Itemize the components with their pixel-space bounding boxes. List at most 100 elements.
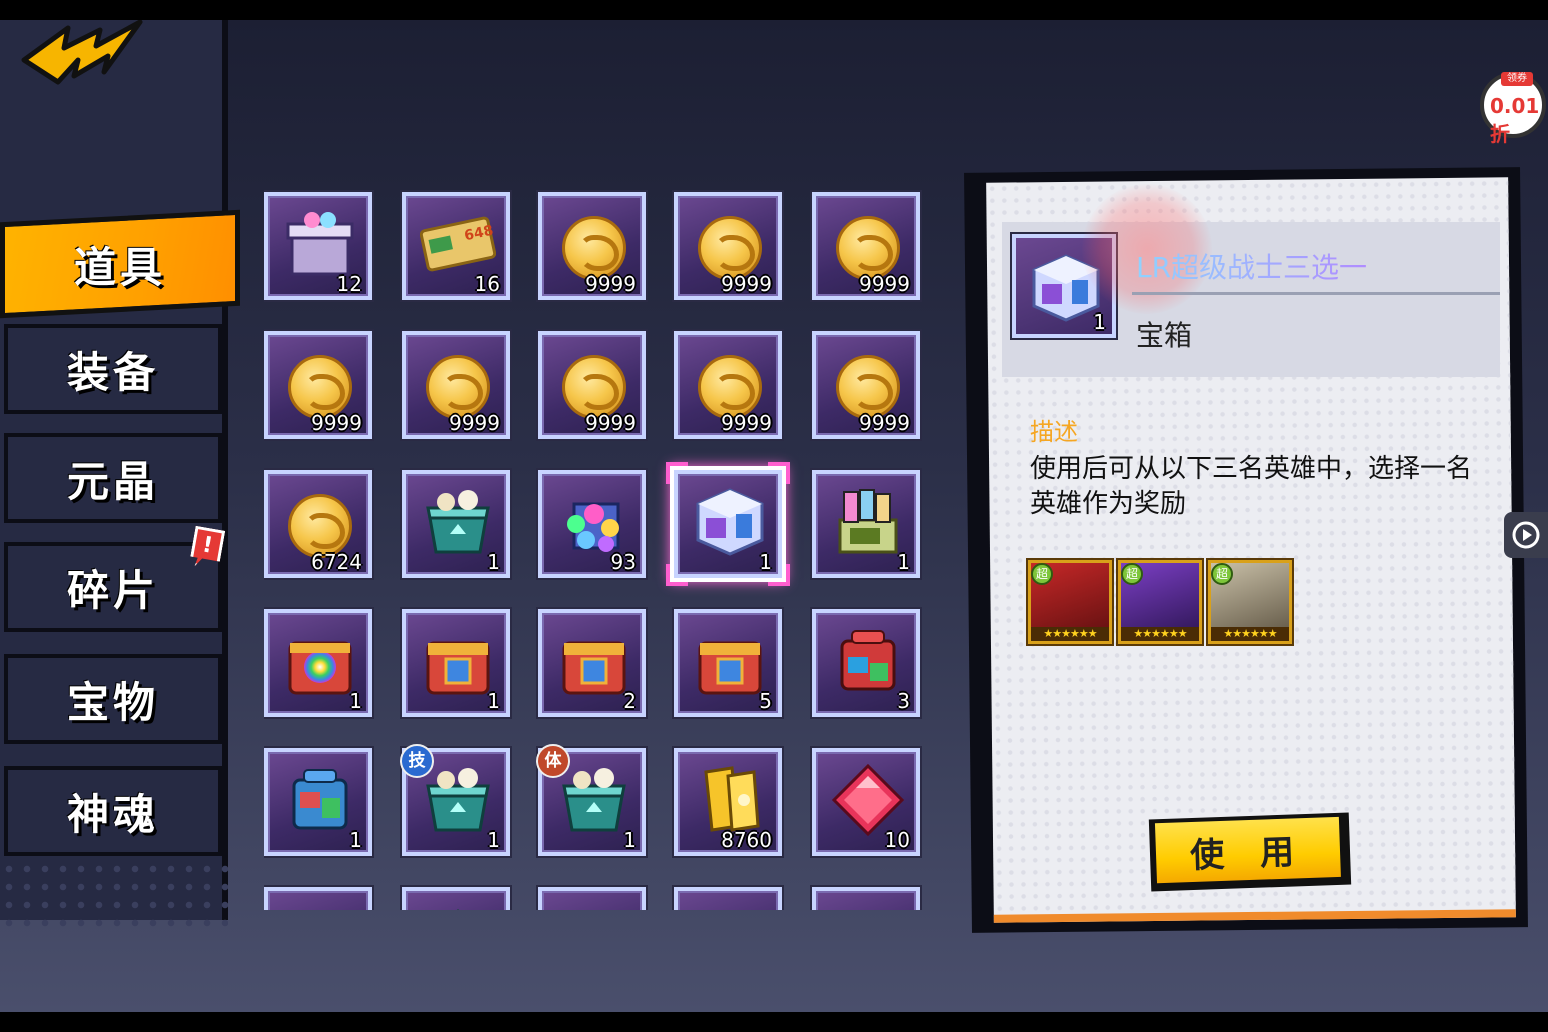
inventory-slot[interactable]: 8760	[674, 748, 782, 856]
inventory-slot[interactable]	[264, 887, 372, 910]
back-arrow-icon[interactable]	[20, 20, 150, 100]
item-count: 1	[487, 689, 500, 713]
inventory-slot[interactable]: 5	[674, 609, 782, 717]
title-divider	[1132, 292, 1500, 295]
blue-item-icon	[556, 901, 632, 910]
bottom-bar	[0, 1012, 1548, 1032]
hero-rank-badge: 超	[1211, 563, 1233, 585]
card-box-icon	[838, 489, 898, 554]
use-button[interactable]: 使 用	[1148, 812, 1352, 892]
item-count: 9999	[859, 272, 910, 296]
inventory-slot[interactable]: 6724	[264, 470, 372, 578]
promo-text: 0.01折	[1490, 94, 1540, 146]
inventory-slot[interactable]	[674, 887, 782, 910]
hero-card-2[interactable]: 超 ★★★★★★	[1118, 560, 1202, 644]
tab-treasure[interactable]: 宝物	[4, 654, 222, 744]
sidebar-pattern	[0, 860, 228, 930]
hero-stars: ★★★★★★	[1211, 627, 1289, 641]
inventory-slot[interactable]: 2	[538, 609, 646, 717]
item-count: 9999	[585, 411, 636, 435]
item-count: 9999	[721, 272, 772, 296]
tab-equipment[interactable]: 装备	[4, 324, 222, 414]
inventory-slot[interactable]: 1	[264, 609, 372, 717]
item-count: 1	[349, 689, 362, 713]
inventory-slot[interactable]: 9999	[402, 331, 510, 439]
detail-item-slot: 1	[1012, 234, 1116, 338]
hero-rank-badge: 超	[1031, 563, 1053, 585]
gold-coin-icon	[562, 216, 626, 280]
inventory-slot[interactable]: 9999	[264, 331, 372, 439]
crystal-chest-icon	[426, 768, 490, 832]
inventory-slot[interactable]: 9999	[538, 192, 646, 300]
game-screen: 道具 装备 元晶 碎片 ! 宝物 神魂 12 648 16 9999 9999 9999 9…	[0, 20, 1548, 1012]
inventory-slot[interactable]: 体1	[536, 744, 646, 856]
gold-coin-icon	[698, 216, 762, 280]
inventory-slot[interactable]: 1	[666, 462, 790, 586]
inventory-slot[interactable]: 9999	[812, 192, 920, 300]
inventory-grid: 12 648 16 9999 9999 9999 9999 9999 9999 9999 9999 6…	[264, 170, 924, 910]
tab-crystal[interactable]: 元晶	[4, 433, 222, 523]
selection-corner	[666, 564, 688, 586]
gold-coin-icon	[836, 216, 900, 280]
gold-coin-icon	[426, 355, 490, 419]
red-machine-icon	[840, 630, 896, 691]
inventory-slot[interactable]: 1	[264, 748, 372, 856]
tab-items[interactable]: 道具	[0, 209, 240, 319]
detail-item-count: 1	[1093, 310, 1106, 334]
item-count: 3	[897, 689, 910, 713]
item-count: 8760	[721, 828, 772, 852]
red-chest-icon	[698, 641, 762, 695]
inventory-slot[interactable]: 9999	[674, 331, 782, 439]
inventory-slot[interactable]: 3	[812, 609, 920, 717]
gift-box-icon	[286, 212, 354, 276]
item-count: 12	[336, 272, 362, 296]
hero-cube-icon	[696, 488, 764, 556]
promo-tag: 领券	[1501, 72, 1533, 86]
inventory-slot[interactable]	[538, 887, 646, 910]
hero-stars: ★★★★★★	[1031, 627, 1109, 641]
item-title: LR超级战士三选一	[1136, 246, 1367, 286]
red-gem-icon	[831, 763, 905, 837]
red-item-icon	[830, 901, 906, 910]
inventory-slot[interactable]: 93	[538, 470, 646, 578]
tab-soul[interactable]: 神魂	[4, 766, 222, 856]
gold-coin-icon	[562, 355, 626, 419]
inventory-slot[interactable]: 1	[402, 609, 510, 717]
item-count: 2	[623, 689, 636, 713]
selection-corner	[768, 564, 790, 586]
tab-fragments[interactable]: 碎片	[4, 542, 222, 632]
promo-coupon-button[interactable]: 领券 0.01折	[1480, 72, 1546, 146]
inventory-slot[interactable]: 1	[402, 470, 510, 578]
inventory-slot[interactable]: 9999	[538, 331, 646, 439]
purple-item-icon	[692, 901, 768, 910]
inventory-slot[interactable]: 技1	[400, 744, 510, 856]
crystal-chest-icon	[426, 490, 490, 554]
green-gem-icon	[456, 909, 460, 910]
inventory-slot[interactable]	[812, 887, 920, 910]
crystal-chest-icon	[562, 768, 626, 832]
hero-card-3[interactable]: 超 ★★★★★★	[1208, 560, 1292, 644]
gold-coin-icon	[288, 494, 352, 558]
inventory-slot[interactable]	[402, 887, 510, 910]
gold-coin-icon	[288, 355, 352, 419]
blue-machine-icon	[292, 769, 348, 830]
inventory-slot[interactable]: 9999	[812, 331, 920, 439]
gold-coin-icon	[836, 355, 900, 419]
item-count: 9999	[449, 411, 500, 435]
inventory-slot[interactable]: 9999	[674, 192, 782, 300]
inventory-slot[interactable]: 648 16	[402, 192, 510, 300]
item-type: 宝箱	[1136, 319, 1193, 352]
item-count: 9999	[585, 272, 636, 296]
hero-card-1[interactable]: 超 ★★★★★★	[1028, 560, 1112, 644]
inventory-slot[interactable]: 12	[264, 192, 372, 300]
gem-pile-icon	[567, 502, 620, 552]
play-icon[interactable]	[1504, 512, 1548, 558]
item-count: 93	[610, 550, 636, 574]
item-type-tag: 技	[400, 744, 434, 778]
item-type-tag: 体	[536, 744, 570, 778]
item-count: 5	[759, 689, 772, 713]
item-count: 9999	[859, 411, 910, 435]
inventory-slot[interactable]: 1	[812, 470, 920, 578]
use-button-label: 使 用	[1154, 816, 1341, 884]
inventory-slot[interactable]: 10	[812, 748, 920, 856]
